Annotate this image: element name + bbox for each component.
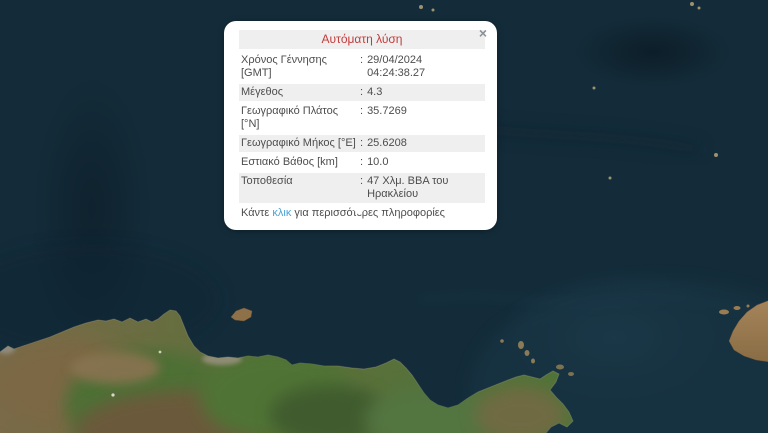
row-value: : 10.0 <box>360 156 483 169</box>
origin-time-row: Χρόνος Γέννησης [GMT] : 29/04/2024 04:24… <box>239 52 485 82</box>
row-value: : 25.6208 <box>360 137 483 150</box>
close-icon[interactable]: × <box>479 26 487 40</box>
longitude-row: Γεωγραφικό Μήκος [°E] : 25.6208 <box>239 135 485 152</box>
row-label: Εστιακό Βάθος [km] <box>241 156 360 169</box>
row-value: : 35.7269 <box>360 105 483 118</box>
map[interactable]: × Αυτόματη λύση Χρόνος Γέννησης [GMT] : … <box>0 0 768 433</box>
more-info-link[interactable]: κλικ <box>272 207 291 219</box>
footer-text-pre: Κάντε <box>241 207 272 219</box>
row-value: : 4.3 <box>360 86 483 99</box>
row-label: Τοποθεσία <box>241 175 360 188</box>
location-row: Τοποθεσία : 47 Χλμ. ΒΒΑ του Ηρακλείου <box>239 173 485 203</box>
row-label: Γεωγραφικό Μήκος [°E] <box>241 137 360 150</box>
magnitude-row: Μέγεθος : 4.3 <box>239 84 485 101</box>
row-label: Μέγεθος <box>241 86 360 99</box>
latitude-row: Γεωγραφικό Πλάτος [°N] : 35.7269 <box>239 103 485 133</box>
depth-row: Εστιακό Βάθος [km] : 10.0 <box>239 154 485 171</box>
earthquake-popup: × Αυτόματη λύση Χρόνος Γέννησης [GMT] : … <box>224 21 497 230</box>
row-value: : 47 Χλμ. ΒΒΑ του Ηρακλείου <box>360 175 483 201</box>
row-label: Γεωγραφικό Πλάτος [°N] <box>241 105 360 131</box>
popup-arrow <box>347 204 371 215</box>
row-value: : 29/04/2024 04:24:38.27 <box>360 54 483 80</box>
popup-rows: Χρόνος Γέννησης [GMT] : 29/04/2024 04:24… <box>239 52 485 203</box>
row-label: Χρόνος Γέννησης [GMT] <box>241 54 360 80</box>
popup-title: Αυτόματη λύση <box>239 30 485 49</box>
